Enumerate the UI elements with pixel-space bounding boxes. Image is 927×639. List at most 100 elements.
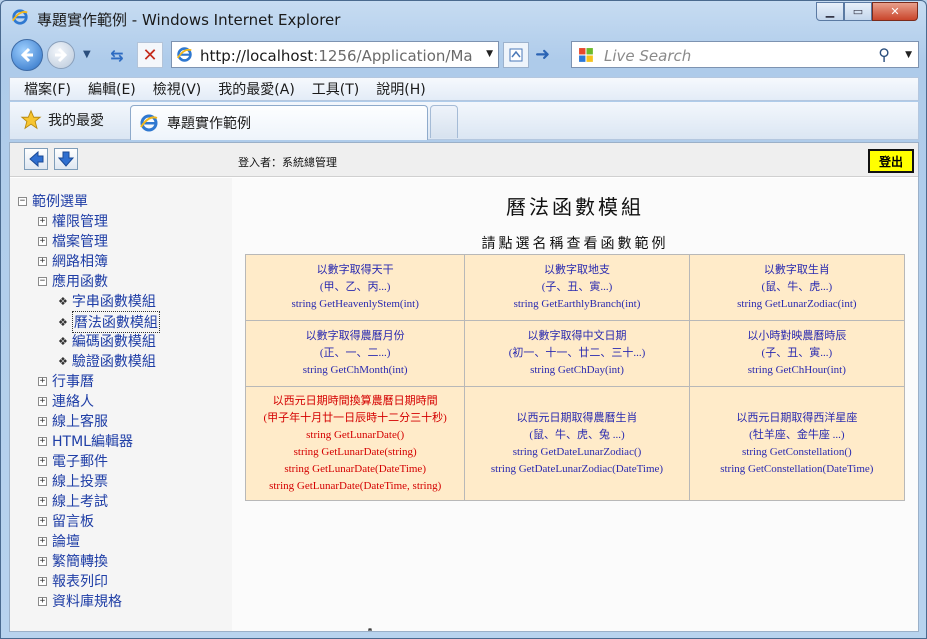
search-box[interactable]: Live Search ⚲ ▼ <box>571 41 919 68</box>
expand-icon[interactable]: + <box>38 216 47 226</box>
tab-active[interactable]: 專題實作範例 <box>130 105 428 140</box>
maximize-button[interactable]: ▭ <box>844 2 872 21</box>
expand-icon[interactable]: + <box>38 456 47 466</box>
function-cell[interactable]: 以西元日期取得農曆生肖 (鼠、牛、虎、兔 ...) string GetDateLu… <box>464 386 690 501</box>
tree-root[interactable]: − 範例選單 <box>18 191 88 211</box>
function-signature[interactable]: string GetDateLunarZodiac(DateTime) <box>467 461 686 478</box>
tree-item[interactable]: + 網路相簿 <box>38 251 108 271</box>
expand-icon[interactable]: + <box>38 556 47 566</box>
tree-item[interactable]: + 線上投票 <box>38 471 108 491</box>
menu-view[interactable]: 檢視(V) <box>153 79 202 99</box>
function-example[interactable]: (初一、十一、廿二、三十...) <box>467 345 686 362</box>
tree-item[interactable]: + 電子郵件 <box>38 451 108 471</box>
tree-child-item[interactable]: ❖ 曆法函數模組 <box>58 311 160 333</box>
expand-icon[interactable]: + <box>38 236 47 246</box>
function-example[interactable]: (鼠、牛、虎、兔 ...) <box>467 427 686 444</box>
tree-child-item[interactable]: ❖ 編碼函數模組 <box>58 331 156 351</box>
tree-child-item[interactable]: ❖ 字串函數模組 <box>58 291 156 311</box>
function-example[interactable]: (甲子年十月廿一日辰時十二分三十秒) <box>248 410 462 427</box>
collapse-down-button[interactable] <box>54 148 78 170</box>
function-signature[interactable]: string GetChHour(int) <box>692 362 902 379</box>
function-signature[interactable]: string GetLunarZodiac(int) <box>692 296 902 313</box>
function-cell[interactable]: 以數字取得農曆月份 (正、一、二...) string GetChMonth(int… <box>244 320 466 387</box>
function-signature[interactable]: string GetLunarDate(string) <box>248 444 462 461</box>
function-example[interactable]: (子、丑、寅...) <box>467 279 686 296</box>
tree-item[interactable]: + HTML編輯器 <box>38 431 133 451</box>
function-cell[interactable]: 以數字取得天干 (甲、乙、丙...) string GetHeavenlyStem(… <box>244 254 466 321</box>
collapse-icon[interactable]: − <box>18 196 27 206</box>
expand-icon[interactable]: + <box>38 436 47 446</box>
function-signature[interactable]: string GetLunarDate(DateTime) <box>248 461 462 478</box>
function-cell[interactable]: 以數字取得中文日期 (初一、十一、廿二、三十...) string GetChDay… <box>464 320 690 387</box>
function-signature[interactable]: string GetLunarDate() <box>248 427 462 444</box>
function-example[interactable]: (子、丑、寅...) <box>692 345 902 362</box>
logout-button[interactable]: 登出 <box>868 149 914 173</box>
stop-button[interactable]: ✕ <box>137 42 163 68</box>
minimize-button[interactable]: ▁ <box>816 2 844 21</box>
menu-help[interactable]: 說明(H) <box>376 79 425 99</box>
expand-icon[interactable]: + <box>38 416 47 426</box>
address-url[interactable]: http://localhost:1256/Application/Main <box>200 47 472 65</box>
tree-item[interactable]: + 資料庫規格 <box>38 591 122 611</box>
menu-file[interactable]: 檔案(F) <box>24 79 71 99</box>
function-cell[interactable]: 以西元日期時間換算農曆日期時間 (甲子年十月廿一日辰時十二分三十秒) string … <box>244 386 466 501</box>
tree-child-item[interactable]: ❖ 驗證函數模組 <box>58 351 156 371</box>
tree-item[interactable]: + 權限管理 <box>38 211 108 231</box>
favorites-button[interactable]: 我的最愛 <box>20 109 104 131</box>
forward-button[interactable] <box>47 41 75 69</box>
menu-tools[interactable]: 工具(T) <box>312 79 359 99</box>
function-name[interactable]: 以西元日期取得農曆生肖 <box>467 410 686 427</box>
history-dropdown-icon[interactable]: ▼ <box>83 49 91 60</box>
function-cell[interactable]: 以數字取地支 (子、丑、寅...) string GetEarthlyBranch(… <box>464 254 690 321</box>
tree-item[interactable]: + 線上考試 <box>38 491 108 511</box>
expand-icon[interactable]: + <box>38 496 47 506</box>
function-signature[interactable]: string GetDateLunarZodiac() <box>467 444 686 461</box>
expand-icon[interactable]: + <box>38 516 47 526</box>
search-options-icon[interactable]: ▼ <box>905 50 912 60</box>
function-name[interactable]: 以西元日期取得西洋星座 <box>692 410 902 427</box>
function-example[interactable]: (正、一、二...) <box>248 345 462 362</box>
close-window-button[interactable]: ✕ <box>872 2 918 21</box>
address-bar[interactable]: http://localhost:1256/Application/Main ▼ <box>171 41 499 68</box>
function-signature[interactable]: string GetHeavenlyStem(int) <box>248 296 462 313</box>
function-cell[interactable]: 以小時對映農曆時辰 (子、丑、寅...) string GetChHour(int) <box>688 320 906 387</box>
tree-item[interactable]: + 檔案管理 <box>38 231 108 251</box>
tree-item[interactable]: + 線上客服 <box>38 411 108 431</box>
expand-icon[interactable]: + <box>38 396 47 406</box>
tree-item[interactable]: − 應用函數 <box>38 271 108 291</box>
function-signature[interactable]: string GetChDay(int) <box>467 362 686 379</box>
search-icon[interactable]: ⚲ <box>878 45 890 64</box>
function-name[interactable]: 以小時對映農曆時辰 <box>692 328 902 345</box>
expand-icon[interactable]: + <box>38 256 47 266</box>
compatibility-view-button[interactable] <box>503 42 529 68</box>
address-dropdown-icon[interactable]: ▼ <box>486 49 493 59</box>
function-cell[interactable]: 以西元日期取得西洋星座 (牡羊座、金牛座 ...) string GetConste… <box>688 386 906 501</box>
function-signature[interactable]: string GetEarthlyBranch(int) <box>467 296 686 313</box>
function-example[interactable]: (甲、乙、丙...) <box>248 279 462 296</box>
refresh-button[interactable]: ⇆ <box>105 43 129 67</box>
expand-icon[interactable]: + <box>38 476 47 486</box>
expand-icon[interactable]: + <box>38 536 47 546</box>
tree-item[interactable]: + 繁簡轉換 <box>38 551 108 571</box>
function-example[interactable]: (牡羊座、金牛座 ...) <box>692 427 902 444</box>
collapse-left-button[interactable] <box>24 148 48 170</box>
function-name[interactable]: 以數字取得中文日期 <box>467 328 686 345</box>
function-example[interactable]: (鼠、牛、虎...) <box>692 279 902 296</box>
tree-item[interactable]: + 報表列印 <box>38 571 108 591</box>
function-signature[interactable]: string GetConstellation() <box>692 444 902 461</box>
menu-favorites[interactable]: 我的最愛(A) <box>218 79 295 99</box>
function-name[interactable]: 以數字取得農曆月份 <box>248 328 462 345</box>
collapse-icon[interactable]: − <box>38 276 47 286</box>
back-button[interactable] <box>11 39 43 71</box>
function-name[interactable]: 以西元日期時間換算農曆日期時間 <box>248 393 462 410</box>
new-tab-button[interactable] <box>430 105 458 138</box>
menu-edit[interactable]: 編輯(E) <box>88 79 136 99</box>
tree-item[interactable]: + 行事曆 <box>38 371 94 391</box>
expand-icon[interactable]: + <box>38 596 47 606</box>
tree-item[interactable]: + 留言板 <box>38 511 94 531</box>
expand-icon[interactable]: + <box>38 376 47 386</box>
expand-icon[interactable]: + <box>38 576 47 586</box>
function-name[interactable]: 以數字取得天干 <box>248 262 462 279</box>
tree-item[interactable]: + 論壇 <box>38 531 80 551</box>
function-name[interactable]: 以數字取生肖 <box>692 262 902 279</box>
